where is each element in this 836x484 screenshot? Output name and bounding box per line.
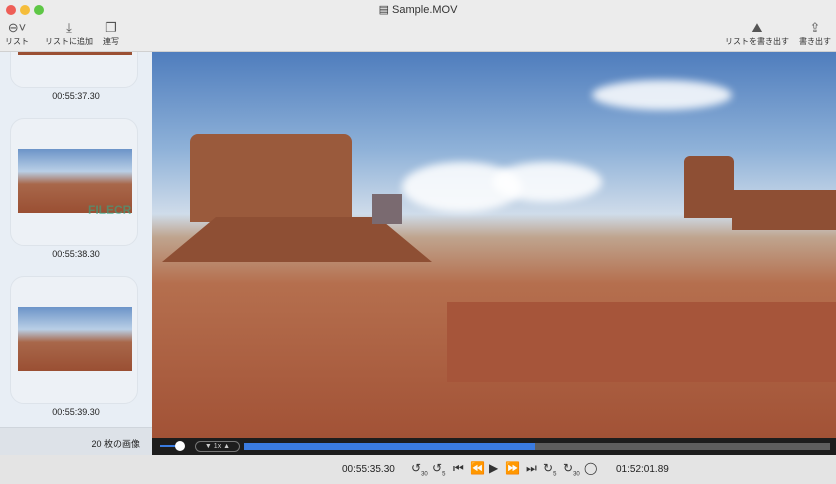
thumbnail-timestamp: 00:55:37.30 <box>52 91 100 101</box>
burst-label: 連写 <box>103 37 119 46</box>
seek-bar-area: ▼ 1x ▲ <box>152 438 836 455</box>
skip-end-icon[interactable]: ⏭ <box>526 461 537 476</box>
burst-button[interactable]: ❐ 連写 <box>103 20 119 47</box>
thumbnail-timestamp: 00:55:39.30 <box>52 407 100 417</box>
window-title: ▤ Sample.MOV <box>378 4 458 16</box>
export-list-button[interactable]: ⛰ リストを書き出す <box>725 20 789 47</box>
skip-start-icon[interactable]: ⏮ <box>453 461 464 476</box>
speed-value: 1x <box>213 443 222 450</box>
loop-icon[interactable]: ◯ <box>584 461 597 475</box>
thumbnail-list[interactable]: 00:55:37.30 00:55:38.30 00:55:39.30 20 枚… <box>0 52 152 455</box>
forward-5-label: 5 <box>553 471 557 478</box>
play-icon[interactable]: ▶ <box>489 461 498 475</box>
thumbnail-card[interactable] <box>10 276 138 404</box>
duration: 01:52:01.89 <box>616 464 669 475</box>
title-bar: ▤ Sample.MOV ⊖˅ リスト ⤓ リストに追加 ❐ 連写 ⛰ リストを書き出す… <box>0 0 836 52</box>
thumbnail-image <box>18 307 132 371</box>
thumbnail-card[interactable] <box>10 52 138 88</box>
export-button[interactable]: ⇪ 書き出す <box>799 20 831 47</box>
forward-5-button[interactable]: ↻5 <box>543 461 556 477</box>
forward-30-button[interactable]: ↻30 <box>563 461 580 477</box>
video-frame[interactable] <box>152 52 836 438</box>
export-icon: ⇪ <box>809 20 821 35</box>
title-text: Sample.MOV <box>392 4 458 16</box>
export-images-icon: ⛰ <box>751 20 763 35</box>
current-time: 00:55:35.30 <box>342 464 395 475</box>
progress-track[interactable] <box>244 443 830 450</box>
export-list-label: リストを書き出す <box>725 37 789 46</box>
thumbnail-timestamp: 00:55:38.30 <box>52 249 100 259</box>
thumbnail-image <box>18 52 132 55</box>
back-5-label: 5 <box>442 471 446 478</box>
list-label: リスト <box>5 37 29 46</box>
list-button[interactable]: ⊖˅ リスト <box>5 20 29 47</box>
add-to-list-button[interactable]: ⤓ リストに追加 <box>45 20 93 47</box>
progress-fill <box>244 443 535 450</box>
rewind-icon[interactable]: ⏪ <box>470 461 485 475</box>
playback-controls: 00:55:35.30 ↺30 ↺5 ⏮ ⏪ ▶ ⏩ ⏭ ↻5 ↻30 ◯ 01… <box>0 455 836 484</box>
download-icon: ⤓ <box>66 20 72 35</box>
watermark: FILECR <box>88 203 132 217</box>
export-label: 書き出す <box>799 37 831 46</box>
volume-knob[interactable] <box>175 441 185 451</box>
back-30-label: 30 <box>421 471 428 478</box>
list-menu-icon: ⊖˅ <box>7 20 27 35</box>
fast-forward-icon[interactable]: ⏩ <box>505 461 520 475</box>
forward-30-label: 30 <box>573 471 580 478</box>
back-5-button[interactable]: ↺5 <box>432 461 445 477</box>
thumbnail-card[interactable] <box>10 118 138 246</box>
add-to-list-label: リストに追加 <box>45 37 93 46</box>
copy-icon: ❐ <box>105 20 117 35</box>
back-30-button[interactable]: ↺30 <box>411 461 428 477</box>
speed-control[interactable]: ▼ 1x ▲ <box>195 441 240 452</box>
image-count: 20 枚の画像 <box>0 427 152 455</box>
